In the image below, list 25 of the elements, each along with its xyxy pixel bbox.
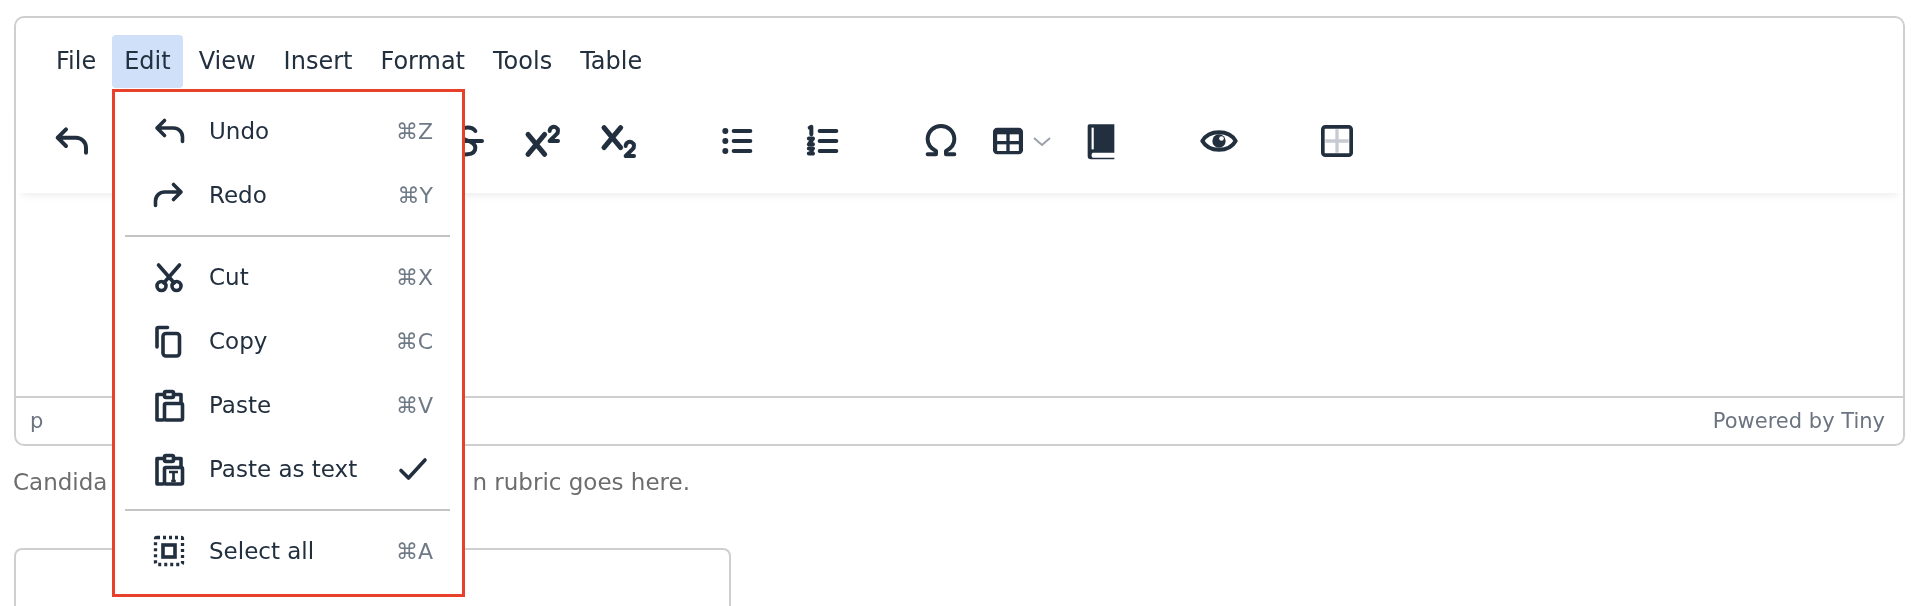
menu-option[interactable]: Copy ⌘C bbox=[115, 309, 462, 373]
menu-option[interactable]: Select all ⌘A bbox=[115, 519, 462, 583]
caption-text: n rubric goes here. bbox=[472, 469, 690, 495]
menu-item[interactable]: Tools bbox=[481, 35, 565, 88]
menu-item[interactable]: File bbox=[44, 35, 109, 88]
menu-option[interactable]: Undo ⌘Z bbox=[115, 99, 462, 163]
menu-option[interactable]: Cut ⌘X bbox=[115, 245, 462, 309]
menu-option[interactable]: Redo ⌘Y bbox=[115, 163, 462, 227]
shortcut-text: ⌘V bbox=[395, 392, 433, 418]
menu-option[interactable]: Paste ⌘V bbox=[115, 373, 462, 437]
shortcut-text: ⌘Y bbox=[397, 182, 433, 208]
menu-item[interactable]: Format bbox=[368, 35, 478, 88]
menu-item[interactable]: Insert bbox=[271, 35, 365, 88]
menu-option[interactable]: Paste as text bbox=[115, 437, 462, 501]
menu-item[interactable]: View bbox=[186, 35, 268, 88]
menu-item[interactable]: Edit bbox=[112, 35, 183, 88]
shortcut-text: ⌘X bbox=[395, 264, 433, 290]
branding-link[interactable]: Powered by Tiny bbox=[1712, 409, 1885, 433]
element-path[interactable]: p bbox=[30, 409, 44, 433]
shortcut-text: ⌘C bbox=[395, 328, 433, 354]
caption-text: Candida bbox=[13, 469, 108, 495]
select-all-icon bbox=[151, 533, 187, 569]
menu-item[interactable]: Table bbox=[568, 35, 655, 88]
shortcut-text: ⌘A bbox=[395, 538, 433, 564]
shortcut-text: ⌘Z bbox=[395, 118, 433, 144]
